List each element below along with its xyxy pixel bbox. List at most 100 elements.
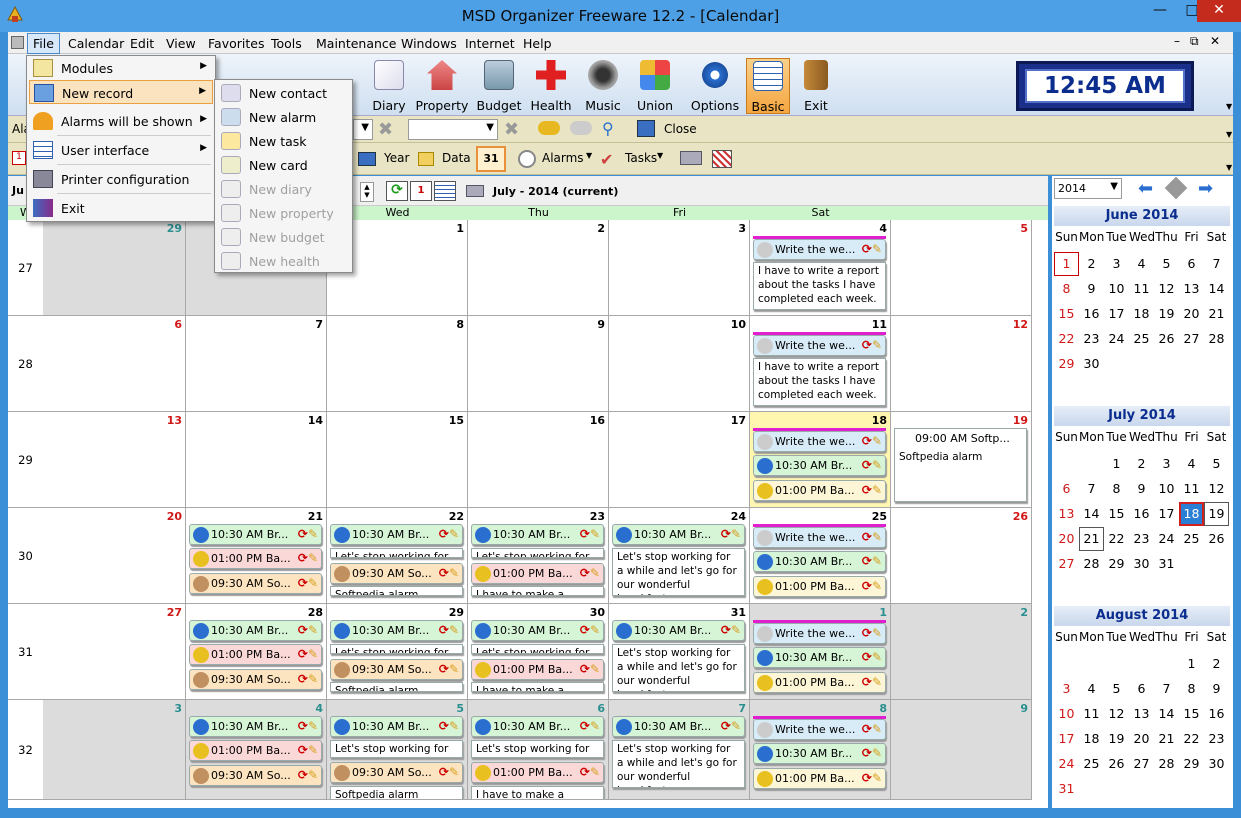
- day-cell[interactable]: 29 10:30 AM Br... ⟳✎ Let's stop working for…: [327, 604, 468, 700]
- mini-day[interactable]: 9: [1129, 477, 1154, 501]
- mini-day[interactable]: 29: [1179, 752, 1204, 776]
- day-cell[interactable]: 16: [468, 412, 609, 508]
- mini-day[interactable]: 8: [1054, 277, 1079, 301]
- mini-day[interactable]: 29: [1104, 552, 1129, 576]
- mini-day[interactable]: 18: [1179, 502, 1204, 526]
- menu-item-alarms[interactable]: Alarms will be shown ▶: [29, 109, 213, 133]
- next-arrow-icon[interactable]: ➡: [1198, 178, 1213, 199]
- mini-day[interactable]: 19: [1154, 302, 1179, 326]
- calendar-event[interactable]: 10:30 AM Br... ⟳✎: [330, 524, 463, 545]
- menu-internet[interactable]: Internet: [465, 36, 515, 51]
- mini-day[interactable]: 23: [1129, 527, 1154, 551]
- mini-day[interactable]: 18: [1129, 302, 1154, 326]
- binoculars-next-icon[interactable]: [570, 121, 592, 135]
- submenu-item[interactable]: New contact: [217, 81, 351, 105]
- event-note[interactable]: Let's stop working for a: [330, 548, 463, 558]
- mini-day[interactable]: 23: [1079, 327, 1104, 351]
- spin-button[interactable]: ▲ ▼: [360, 182, 374, 202]
- mini-day[interactable]: 22: [1179, 727, 1204, 751]
- calendar-event[interactable]: 01:00 PM Ba... ⟳✎: [753, 480, 886, 501]
- mini-day[interactable]: 25: [1129, 327, 1154, 351]
- mini-day[interactable]: 25: [1179, 527, 1204, 551]
- budget-button[interactable]: Budget: [474, 58, 524, 114]
- mini-day[interactable]: 11: [1129, 277, 1154, 301]
- options-button[interactable]: Options: [686, 58, 744, 114]
- calendar-event[interactable]: 09:30 AM So... ⟳✎: [189, 573, 322, 594]
- day-cell[interactable]: 20: [43, 508, 186, 604]
- refresh-icon[interactable]: ⟳: [386, 181, 408, 201]
- calendar-event[interactable]: Write the we... ⟳✎: [753, 623, 886, 644]
- event-note[interactable]: Let's stop working for a: [471, 548, 604, 558]
- calendar-event[interactable]: 09:00 AM Softp... Softpedia alarm: [894, 428, 1027, 502]
- mini-day[interactable]: 8: [1104, 477, 1129, 501]
- mini-day[interactable]: 31: [1154, 552, 1179, 576]
- day-cell[interactable]: 26: [891, 508, 1032, 604]
- mini-day[interactable]: 12: [1154, 277, 1179, 301]
- menu-item-new-record[interactable]: New record ▶: [29, 80, 213, 104]
- day-cell[interactable]: 22 10:30 AM Br... ⟳✎ Let's stop working for…: [327, 508, 468, 604]
- mini-day[interactable]: 20: [1129, 727, 1154, 751]
- calendar-event[interactable]: 10:30 AM Br... ⟳✎: [753, 743, 886, 764]
- day-cell[interactable]: 18 Write the we... ⟳✎ 10:30 AM Br... ⟳✎ 01:00…: [750, 412, 891, 508]
- submenu-item[interactable]: New alarm: [217, 105, 351, 129]
- calendar-event[interactable]: 01:00 PM Ba... ⟳✎: [753, 768, 886, 789]
- year-select[interactable]: 2014 ▼: [1054, 178, 1122, 199]
- day-cell[interactable]: 6: [43, 316, 186, 412]
- day-cell[interactable]: 23 10:30 AM Br... ⟳✎ Let's stop working for…: [468, 508, 609, 604]
- mini-day[interactable]: 24: [1054, 752, 1079, 776]
- mini-day[interactable]: 9: [1079, 277, 1104, 301]
- bar3-overflow-icon[interactable]: ▼: [1226, 163, 1232, 172]
- menu-favorites[interactable]: Favorites: [208, 36, 264, 51]
- clear-filter-icon[interactable]: ✖: [378, 119, 393, 140]
- day-cell[interactable]: 8 Write the we... ⟳✎ 10:30 AM Br... ⟳✎ 01:00 …: [750, 700, 891, 800]
- calendar-event[interactable]: 10:30 AM Br... ⟳✎: [330, 716, 463, 737]
- mini-day[interactable]: 28: [1154, 752, 1179, 776]
- mini-day[interactable]: 21: [1154, 727, 1179, 751]
- music-button[interactable]: Music: [578, 58, 628, 114]
- mini-day[interactable]: 8: [1179, 677, 1204, 701]
- data-icon[interactable]: [418, 152, 434, 166]
- close-panel-icon[interactable]: [637, 120, 655, 137]
- mini-day[interactable]: 31: [1054, 777, 1079, 801]
- calendar-event[interactable]: 10:30 AM Br... ⟳✎: [753, 551, 886, 572]
- calendar-event[interactable]: 09:30 AM So... ⟳✎: [330, 659, 463, 680]
- submenu-item[interactable]: New task: [217, 129, 351, 153]
- day-cell[interactable]: 3: [609, 220, 750, 316]
- mini-day[interactable]: 7: [1154, 677, 1179, 701]
- mini-day[interactable]: 7: [1079, 477, 1104, 501]
- mini-day[interactable]: 5: [1104, 677, 1129, 701]
- menu-tools[interactable]: Tools: [271, 36, 302, 51]
- menu-view[interactable]: View: [166, 36, 196, 51]
- day-cell[interactable]: 14: [186, 412, 327, 508]
- day-cell[interactable]: 4 Write the we... ⟳✎ I have to write a repo…: [750, 220, 891, 316]
- basic-button[interactable]: Basic: [746, 58, 790, 114]
- day-view-icon[interactable]: 1: [12, 151, 26, 165]
- event-note[interactable]: Let's stop working for a: [330, 644, 463, 654]
- mini-day[interactable]: 6: [1129, 677, 1154, 701]
- data-label[interactable]: Data: [442, 151, 471, 165]
- print-calendar-icon[interactable]: [466, 185, 484, 197]
- prev-arrow-icon[interactable]: ⬅: [1138, 178, 1153, 199]
- mini-day[interactable]: 16: [1079, 302, 1104, 326]
- menu-item-user-interface[interactable]: User interface ▶: [29, 138, 213, 162]
- day-cell[interactable]: 21 10:30 AM Br... ⟳✎ 01:00 PM Ba... ⟳✎ 09:30 …: [186, 508, 327, 604]
- menu-file[interactable]: File: [27, 33, 60, 54]
- mini-day[interactable]: 4: [1179, 452, 1204, 476]
- mini-day[interactable]: 7: [1204, 252, 1229, 276]
- exit-button[interactable]: Exit: [794, 58, 838, 114]
- calendar-event[interactable]: 09:30 AM So... ⟳✎: [189, 669, 322, 690]
- mini-day[interactable]: 11: [1079, 702, 1104, 726]
- health-button[interactable]: Health: [526, 58, 576, 114]
- mini-day[interactable]: 12: [1204, 477, 1229, 501]
- day-cell[interactable]: 3: [43, 700, 186, 800]
- calendar-event[interactable]: 01:00 PM Ba... ⟳✎: [189, 548, 322, 569]
- mini-day[interactable]: 22: [1104, 527, 1129, 551]
- calendar-event[interactable]: 10:30 AM Br... ⟳✎: [189, 524, 322, 545]
- mini-day[interactable]: 28: [1204, 327, 1229, 351]
- mini-day[interactable]: 18: [1079, 727, 1104, 751]
- mini-day[interactable]: 1: [1104, 452, 1129, 476]
- day-cell[interactable]: 12: [891, 316, 1032, 412]
- mini-day[interactable]: 21: [1079, 527, 1104, 551]
- mini-day[interactable]: 26: [1104, 752, 1129, 776]
- calendar-event[interactable]: 01:00 PM Ba... ⟳✎: [471, 659, 604, 680]
